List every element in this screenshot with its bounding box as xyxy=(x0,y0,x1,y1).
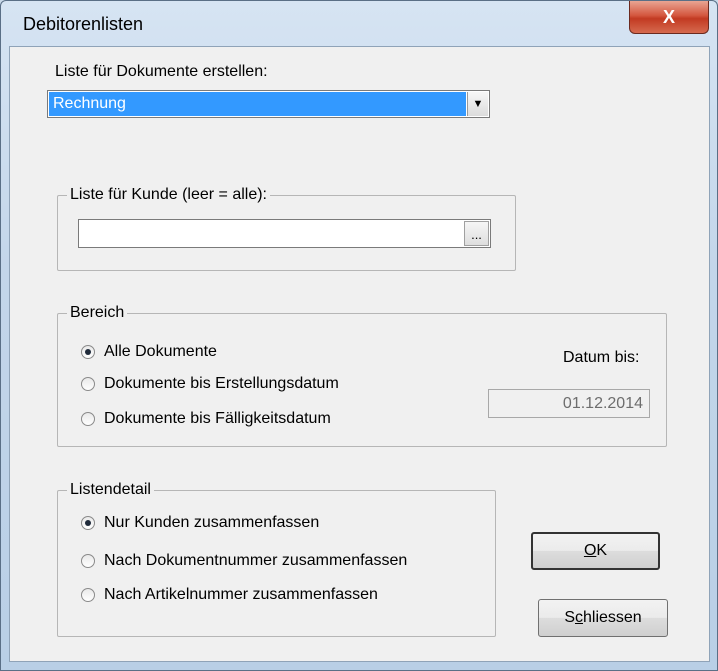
close-mnemonic: c xyxy=(574,609,583,626)
documents-select[interactable]: Rechnung ▼ xyxy=(47,90,490,118)
range-option-label: Alle Dokumente xyxy=(104,343,217,360)
detail-option-customers[interactable]: Nur Kunden zusammenfassen xyxy=(81,512,319,534)
detail-option-article-number[interactable]: Nach Artikelnummer zusammenfassen xyxy=(81,584,378,606)
date-label: Datum bis: xyxy=(563,349,640,366)
detail-option-label: Nach Dokumentnummer zusammenfassen xyxy=(104,552,408,569)
ok-label-rest: K xyxy=(596,542,608,559)
dialog-window: Debitorenlisten X Liste für Dokumente er… xyxy=(0,0,718,671)
detail-option-label: Nach Artikelnummer zusammenfassen xyxy=(104,586,378,603)
range-option-due-date[interactable]: Dokumente bis Fälligkeitsdatum xyxy=(81,408,331,430)
browse-button[interactable]: ... xyxy=(464,221,489,246)
radio-unchecked-icon[interactable] xyxy=(81,377,95,391)
window-title: Debitorenlisten xyxy=(23,14,144,34)
ok-mnemonic: O xyxy=(583,542,597,559)
documents-selected-value: Rechnung xyxy=(49,92,466,116)
close-label-rest: hliessen xyxy=(582,609,642,626)
detail-option-document-number[interactable]: Nach Dokumentnummer zusammenfassen xyxy=(81,550,407,572)
range-option-creation-date[interactable]: Dokumente bis Erstellungsdatum xyxy=(81,373,339,395)
range-option-all[interactable]: Alle Dokumente xyxy=(81,341,217,363)
radio-unchecked-icon[interactable] xyxy=(81,554,95,568)
range-option-label: Dokumente bis Erstellungsdatum xyxy=(104,375,339,392)
range-group-legend: Bereich xyxy=(67,304,128,322)
close-label-pre: S xyxy=(564,609,575,626)
customer-group-legend: Liste für Kunde (leer = alle): xyxy=(67,186,270,204)
radio-checked-icon[interactable] xyxy=(81,516,95,530)
ok-button[interactable]: OK xyxy=(531,532,660,570)
chevron-down-icon[interactable]: ▼ xyxy=(467,92,488,116)
detail-group-legend: Listendetail xyxy=(67,481,154,499)
radio-checked-icon[interactable] xyxy=(81,345,95,359)
radio-unchecked-icon[interactable] xyxy=(81,588,95,602)
documents-label: Liste für Dokumente erstellen: xyxy=(55,63,268,80)
radio-unchecked-icon[interactable] xyxy=(81,412,95,426)
date-input: 01.12.2014 xyxy=(488,389,650,418)
detail-option-label: Nur Kunden zusammenfassen xyxy=(104,514,320,531)
title-bar[interactable]: Debitorenlisten X xyxy=(1,1,717,34)
close-icon[interactable]: X xyxy=(629,1,709,34)
customer-input[interactable]: ... xyxy=(78,219,491,248)
range-option-label: Dokumente bis Fälligkeitsdatum xyxy=(104,410,331,427)
close-button[interactable]: Sc hliessen xyxy=(538,599,668,637)
